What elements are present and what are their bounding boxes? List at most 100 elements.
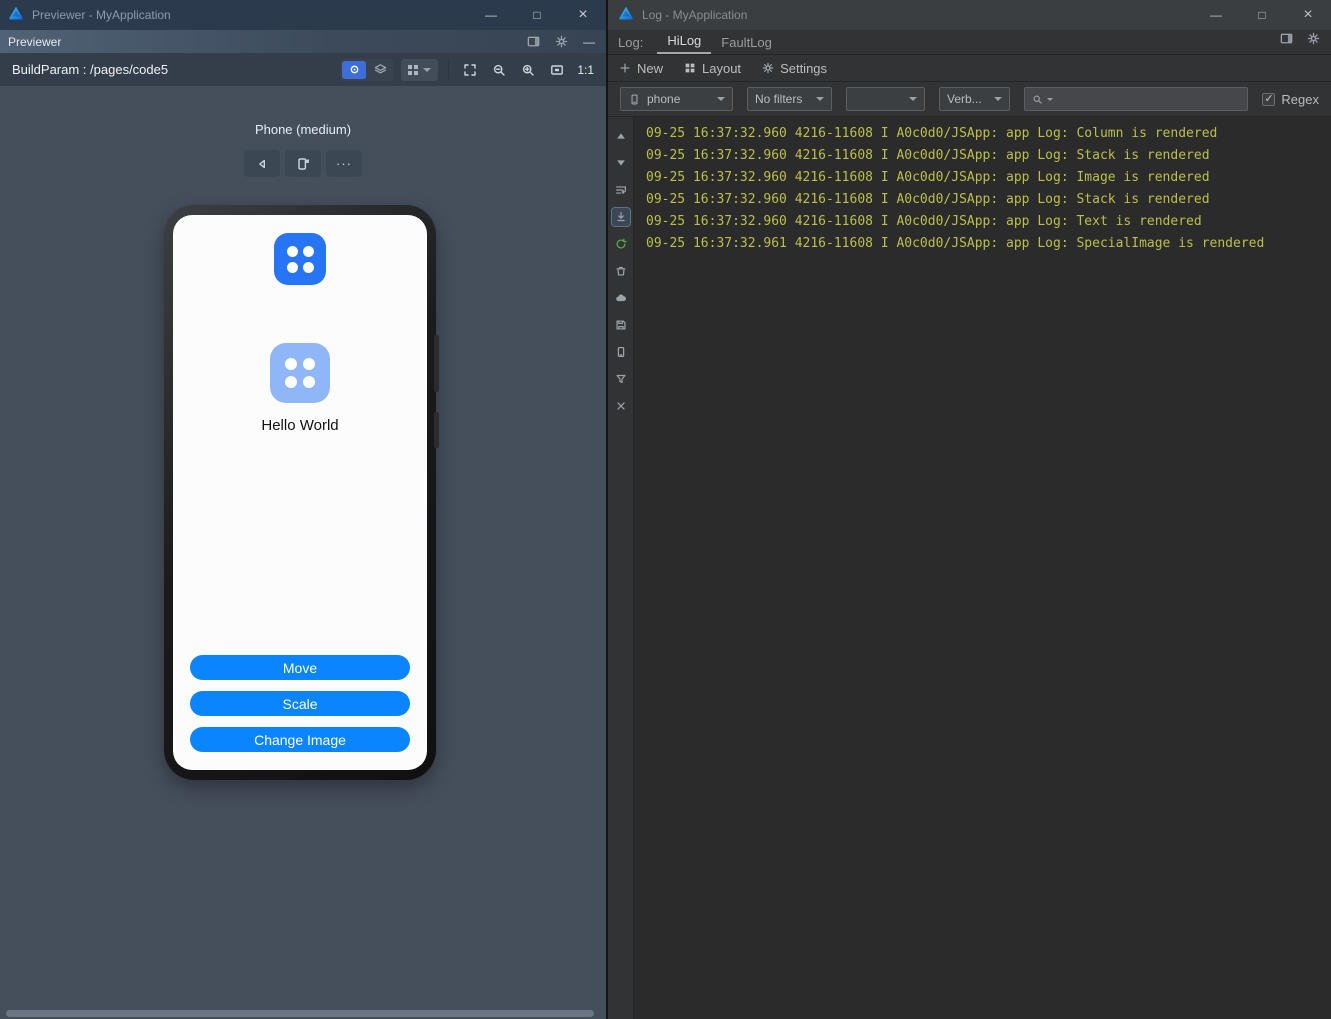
log-line: 09-25 16:37:32.961 4216-11608 I A0c0d0/J… <box>646 236 1265 251</box>
zoom-out-icon[interactable] <box>488 59 510 81</box>
settings-button[interactable]: Settings <box>761 61 827 76</box>
scroll-to-end-icon[interactable] <box>610 207 631 227</box>
log-line: 09-25 16:37:32.960 4216-11608 I A0c0d0/J… <box>646 214 1202 229</box>
log-settings-gear-icon[interactable] <box>1306 31 1321 51</box>
hide-panel-button[interactable]: — <box>580 33 598 51</box>
maximize-button[interactable]: □ <box>514 0 560 30</box>
clear-log-icon[interactable] <box>612 262 630 280</box>
preview-mode-segmented <box>340 58 395 81</box>
more-options-button[interactable]: ··· <box>326 150 362 177</box>
log-titlebar: Log - MyApplication — □ × <box>608 0 1331 30</box>
cloud-icon[interactable] <box>612 289 630 307</box>
four-dots-icon <box>286 245 314 273</box>
filter-select[interactable]: No filters <box>747 87 832 111</box>
previewer-toolwindow-header: Previewer — <box>0 30 606 53</box>
scroll-up-icon[interactable] <box>612 127 630 145</box>
desktop: Previewer - MyApplication — □ × Previewe… <box>0 0 1331 1019</box>
change-image-button[interactable]: Change Image <box>190 727 410 752</box>
device-log-icon[interactable] <box>612 343 630 361</box>
layout-button[interactable]: Layout <box>683 61 741 76</box>
app-grid-icon-faded <box>270 343 330 403</box>
log-line: 09-25 16:37:32.960 4216-11608 I A0c0d0/J… <box>646 148 1210 163</box>
horizontal-scrollbar[interactable] <box>6 1010 594 1017</box>
save-log-icon[interactable] <box>612 316 630 334</box>
previewer-window: Previewer - MyApplication — □ × Previewe… <box>0 0 606 1019</box>
four-dots-icon <box>285 358 315 388</box>
chevron-down-icon <box>717 97 725 101</box>
layout-label: Layout <box>702 60 742 76</box>
maximize-button[interactable]: □ <box>1239 0 1285 30</box>
chevron-down-icon <box>423 67 432 72</box>
close-panel-icon[interactable] <box>612 397 630 415</box>
previewer-settings-gear-icon[interactable] <box>552 33 570 51</box>
new-session-button[interactable]: New <box>618 61 663 76</box>
log-window: Log - MyApplication — □ × Log: HiLog Fau… <box>606 0 1331 1019</box>
app-grid-icon <box>274 233 326 285</box>
minimize-button[interactable]: — <box>1193 0 1239 30</box>
zoom-in-icon[interactable] <box>517 59 539 81</box>
fit-to-screen-icon[interactable] <box>546 59 568 81</box>
log-content: 09-25 16:37:32.960 4216-11608 I A0c0d0/J… <box>608 117 1331 1019</box>
filter-select-value: No filters <box>755 92 803 106</box>
log-filter-row: phone No filters Verb... ✓ Regex <box>608 82 1331 117</box>
deveco-logo-icon <box>8 5 24 26</box>
scale-button[interactable]: Scale <box>190 691 410 716</box>
log-action-toolbar: New Layout Settings <box>608 55 1331 82</box>
layers-icon[interactable] <box>368 61 392 79</box>
tab-hilog[interactable]: HiLog <box>657 33 712 54</box>
preview-canvas: Phone (medium) ··· Hello World Move Scal… <box>0 86 606 1019</box>
scroll-down-icon[interactable] <box>612 154 630 172</box>
log-window-title: Log - MyApplication <box>642 8 748 22</box>
move-button[interactable]: Move <box>190 655 410 680</box>
search-options-caret-icon <box>1047 97 1053 101</box>
log-line: 09-25 16:37:32.960 4216-11608 I A0c0d0/J… <box>646 170 1210 185</box>
back-button[interactable] <box>244 150 280 177</box>
phone-screen: Hello World Move Scale Change Image <box>173 215 427 770</box>
zoom-ratio-label[interactable]: 1:1 <box>577 63 594 77</box>
minimize-button[interactable]: — <box>468 0 514 30</box>
inspector-toggle-icon[interactable] <box>342 60 367 79</box>
previewer-window-title: Previewer - MyApplication <box>32 8 171 22</box>
tab-faultlog[interactable]: FaultLog <box>711 35 782 54</box>
component-tree-dropdown[interactable] <box>401 58 439 81</box>
close-button[interactable]: × <box>560 0 606 30</box>
chevron-down-icon <box>909 97 917 101</box>
log-line: 09-25 16:37:32.960 4216-11608 I A0c0d0/J… <box>646 192 1210 207</box>
chevron-down-icon <box>994 97 1002 101</box>
regex-option: ✓ Regex <box>1262 92 1319 107</box>
process-select[interactable] <box>846 87 925 111</box>
toolbar-divider <box>448 60 450 79</box>
level-select-value: Verb... <box>947 92 982 106</box>
log-window-controls: — □ × <box>1193 0 1331 30</box>
previewer-header-icons: — <box>524 33 598 51</box>
phone-mockup: Hello World Move Scale Change Image <box>164 205 439 780</box>
device-action-toolbar: ··· <box>244 150 362 177</box>
rotate-device-button[interactable] <box>285 150 321 177</box>
phone-power-key <box>434 412 439 448</box>
buildparam-label: BuildParam : /pages/code5 <box>12 62 169 77</box>
log-label: Log: <box>618 35 644 50</box>
device-profile-label: Phone (medium) <box>254 122 352 137</box>
log-search-box[interactable] <box>1024 87 1249 111</box>
previewer-window-controls: — □ × <box>468 0 606 30</box>
device-select[interactable]: phone <box>620 87 733 111</box>
phone-volume-key <box>434 335 439 392</box>
frame-select-icon[interactable] <box>459 59 481 81</box>
search-input[interactable] <box>1056 92 1242 106</box>
regex-checkbox[interactable]: ✓ <box>1262 92 1276 106</box>
close-button[interactable]: × <box>1285 0 1331 30</box>
log-tab-row: Log: HiLog FaultLog <box>608 30 1331 55</box>
log-header-icons <box>1279 31 1321 54</box>
level-select[interactable]: Verb... <box>939 87 1010 111</box>
grid-icon <box>408 64 419 75</box>
soft-wrap-icon[interactable] <box>612 181 630 199</box>
previewer-tab-label: Previewer <box>8 34 62 49</box>
device-select-value: phone <box>647 92 681 106</box>
tool-window-layout-icon[interactable] <box>1279 31 1294 51</box>
tool-window-layout-icon[interactable] <box>524 33 542 51</box>
filter-funnel-icon[interactable] <box>612 370 630 388</box>
buildparam-bar: BuildParam : /pages/code5 1:1 <box>0 53 606 86</box>
log-line: 09-25 16:37:32.960 4216-11608 I A0c0d0/J… <box>646 126 1218 141</box>
hello-world-text: Hello World <box>261 417 339 434</box>
restart-icon[interactable] <box>612 235 630 253</box>
